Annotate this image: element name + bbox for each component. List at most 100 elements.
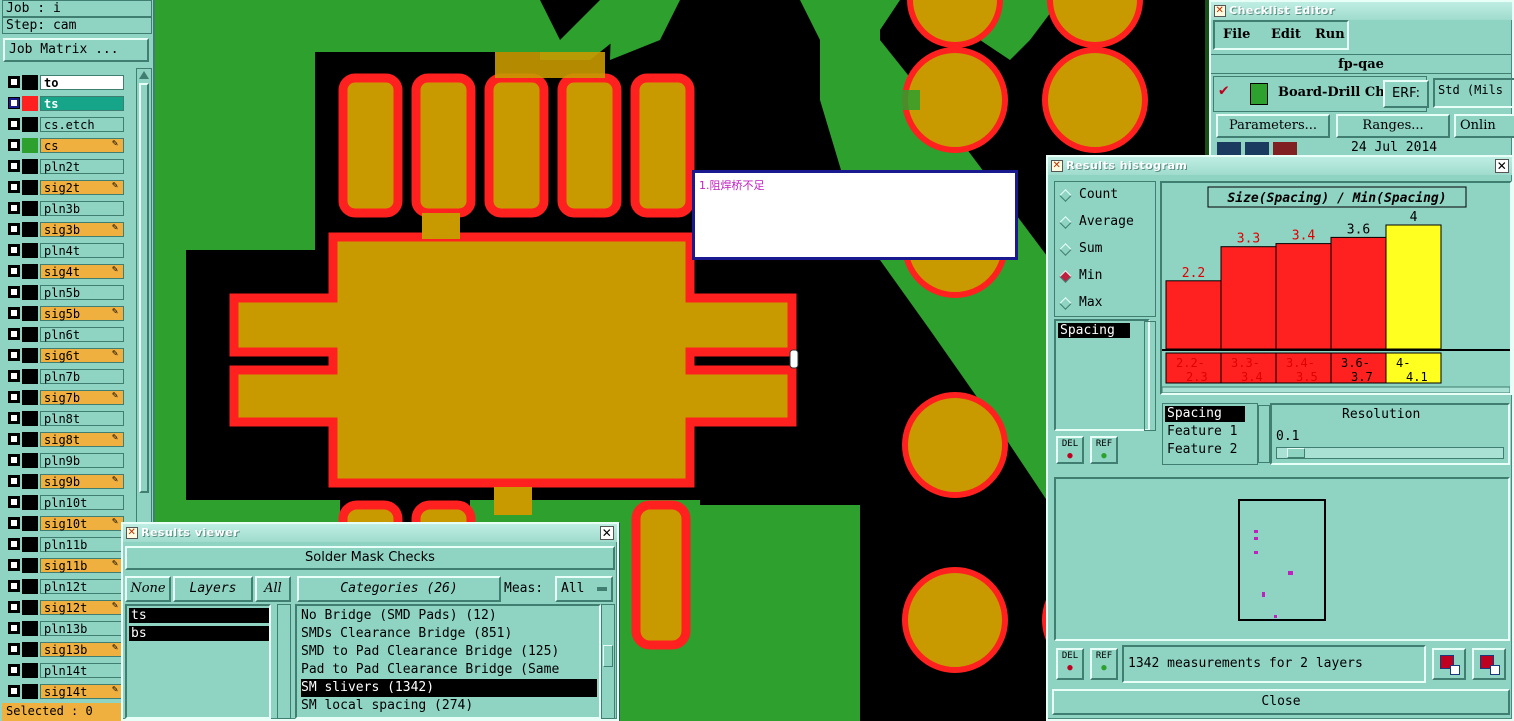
none-button[interactable]: None (125, 576, 171, 602)
histogram-svg[interactable]: Size(Spacing) / Min(Spacing) 2.2 2.2-2.3 3.… (1162, 183, 1510, 393)
layer-name[interactable]: pln10t (40, 495, 124, 510)
preview-del-button[interactable]: DEL ● (1056, 648, 1084, 680)
layer-checkbox[interactable] (8, 244, 20, 256)
layer-name[interactable]: pln6t (40, 327, 124, 342)
online-button[interactable]: Onlin (1454, 114, 1514, 138)
layer-color-swatch[interactable] (22, 306, 38, 321)
layer-color-swatch[interactable] (22, 117, 38, 132)
layer-results-scrollbar[interactable] (277, 604, 291, 719)
layer-color-swatch[interactable] (22, 453, 38, 468)
result-layer-item[interactable]: ts (129, 608, 269, 623)
menu-edit[interactable]: Edit (1271, 27, 1301, 42)
close-button[interactable]: Close (1052, 689, 1510, 715)
scroll-up-arrow[interactable] (139, 71, 149, 79)
layer-row[interactable]: sig9b ✎ (6, 473, 124, 490)
layer-color-swatch[interactable] (22, 684, 38, 699)
layer-checkbox[interactable] (8, 475, 20, 487)
layer-row[interactable]: sig10t ✎ (6, 515, 124, 532)
layer-color-swatch[interactable] (22, 516, 38, 531)
radio-diamond-icon[interactable] (1059, 243, 1072, 256)
layer-row[interactable]: sig8t ✎ (6, 431, 124, 448)
result-layer-item[interactable]: bs (129, 626, 269, 641)
field-item[interactable]: Spacing (1165, 406, 1245, 422)
layer-name[interactable]: pln2t (40, 159, 124, 174)
menu-file[interactable]: File (1223, 27, 1250, 42)
category-item[interactable]: No Bridge (SMD Pads) (12) (301, 607, 497, 625)
field-scrollbar[interactable] (1258, 405, 1270, 463)
layer-name[interactable]: pln11b (40, 537, 124, 552)
meas-select[interactable]: All (555, 576, 613, 602)
layer-color-swatch[interactable] (22, 96, 38, 111)
layer-color-swatch[interactable] (22, 579, 38, 594)
layer-row[interactable]: pln9b (6, 452, 124, 469)
histogram-bar[interactable] (1220, 246, 1277, 350)
ranges-button[interactable]: Ranges... (1336, 114, 1450, 138)
option-count[interactable]: Count (1059, 187, 1155, 205)
radio-diamond-icon[interactable] (1059, 297, 1072, 310)
histogram-bar[interactable] (1385, 224, 1442, 350)
layer-checkbox[interactable] (8, 412, 20, 424)
layer-row[interactable]: sig4t ✎ (6, 263, 124, 280)
layer-row[interactable]: cs.etch (6, 116, 124, 133)
layer-row[interactable]: sig3b ✎ (6, 221, 124, 238)
layer-name[interactable]: pln8t (40, 411, 124, 426)
close-icon[interactable]: ✕ (600, 526, 614, 540)
layer-checkbox[interactable] (8, 349, 20, 361)
layer-color-swatch[interactable] (22, 474, 38, 489)
erf-value[interactable]: Std (Mils (1433, 78, 1514, 108)
layer-checkbox[interactable] (8, 559, 20, 571)
all-layers-button[interactable]: All (255, 576, 291, 602)
layer-checkbox[interactable] (8, 328, 20, 340)
category-item[interactable]: SM local spacing (274) (301, 697, 473, 715)
layer-color-swatch[interactable] (22, 138, 38, 153)
category-item[interactable]: SMD to Pad Clearance Bridge (125) (301, 643, 559, 661)
layer-name[interactable]: pln9b (40, 453, 124, 468)
zoom-out-icon[interactable] (1472, 648, 1506, 680)
layer-name[interactable]: pln3b (40, 201, 124, 216)
layer-row[interactable]: to (6, 74, 124, 91)
layer-color-swatch[interactable] (22, 495, 38, 510)
del-button[interactable]: DEL ● (1056, 436, 1084, 464)
layer-row[interactable]: sig11b ✎ (6, 557, 124, 574)
layer-checkbox[interactable] (8, 538, 20, 550)
categories-button[interactable]: Categories (26) (297, 576, 501, 602)
layer-row[interactable]: pln5b (6, 284, 124, 301)
layer-checkbox[interactable] (8, 664, 20, 676)
layer-checkbox[interactable] (8, 601, 20, 613)
results-viewer-titlebar[interactable]: ✕ Results viewer ✕ (123, 524, 617, 542)
layer-name[interactable]: pln12t (40, 579, 124, 594)
layer-checkbox[interactable] (8, 685, 20, 697)
layer-row[interactable]: sig13b ✎ (6, 641, 124, 658)
layer-row[interactable]: pln14t (6, 662, 124, 679)
option-sum[interactable]: Sum (1059, 241, 1155, 259)
layer-color-swatch[interactable] (22, 537, 38, 552)
layer-checkbox[interactable] (8, 160, 20, 172)
layer-color-swatch[interactable] (22, 159, 38, 174)
scroll-thumb[interactable] (139, 83, 149, 493)
ref-button[interactable]: REF ● (1090, 436, 1118, 464)
parameters-button[interactable]: Parameters... (1216, 114, 1330, 138)
layer-row[interactable]: pln11b (6, 536, 124, 553)
option-max[interactable]: Max (1059, 295, 1155, 313)
option-average[interactable]: Average (1059, 214, 1155, 232)
layer-color-swatch[interactable] (22, 390, 38, 405)
erf-button[interactable]: ERF: (1383, 80, 1429, 108)
layer-row[interactable]: sig12t ✎ (6, 599, 124, 616)
field-item[interactable]: Feature 2 (1165, 442, 1245, 458)
layer-name[interactable]: pln13b (40, 621, 124, 636)
spatial-preview[interactable] (1054, 477, 1510, 641)
option-min[interactable]: Min (1059, 268, 1155, 286)
layer-checkbox[interactable] (8, 223, 20, 235)
layer-checkbox[interactable] (8, 622, 20, 634)
layers-button[interactable]: Layers (173, 576, 253, 602)
histogram-bar[interactable] (1165, 280, 1222, 350)
layer-row[interactable]: sig2t ✎ (6, 179, 124, 196)
layer-checkbox[interactable] (8, 286, 20, 298)
layer-color-swatch[interactable] (22, 327, 38, 342)
layer-row[interactable]: sig14t ✎ (6, 683, 124, 700)
radio-diamond-icon[interactable] (1059, 270, 1072, 283)
layer-color-swatch[interactable] (22, 411, 38, 426)
layer-color-swatch[interactable] (22, 285, 38, 300)
layer-checkbox[interactable] (8, 97, 20, 109)
layer-color-swatch[interactable] (22, 348, 38, 363)
